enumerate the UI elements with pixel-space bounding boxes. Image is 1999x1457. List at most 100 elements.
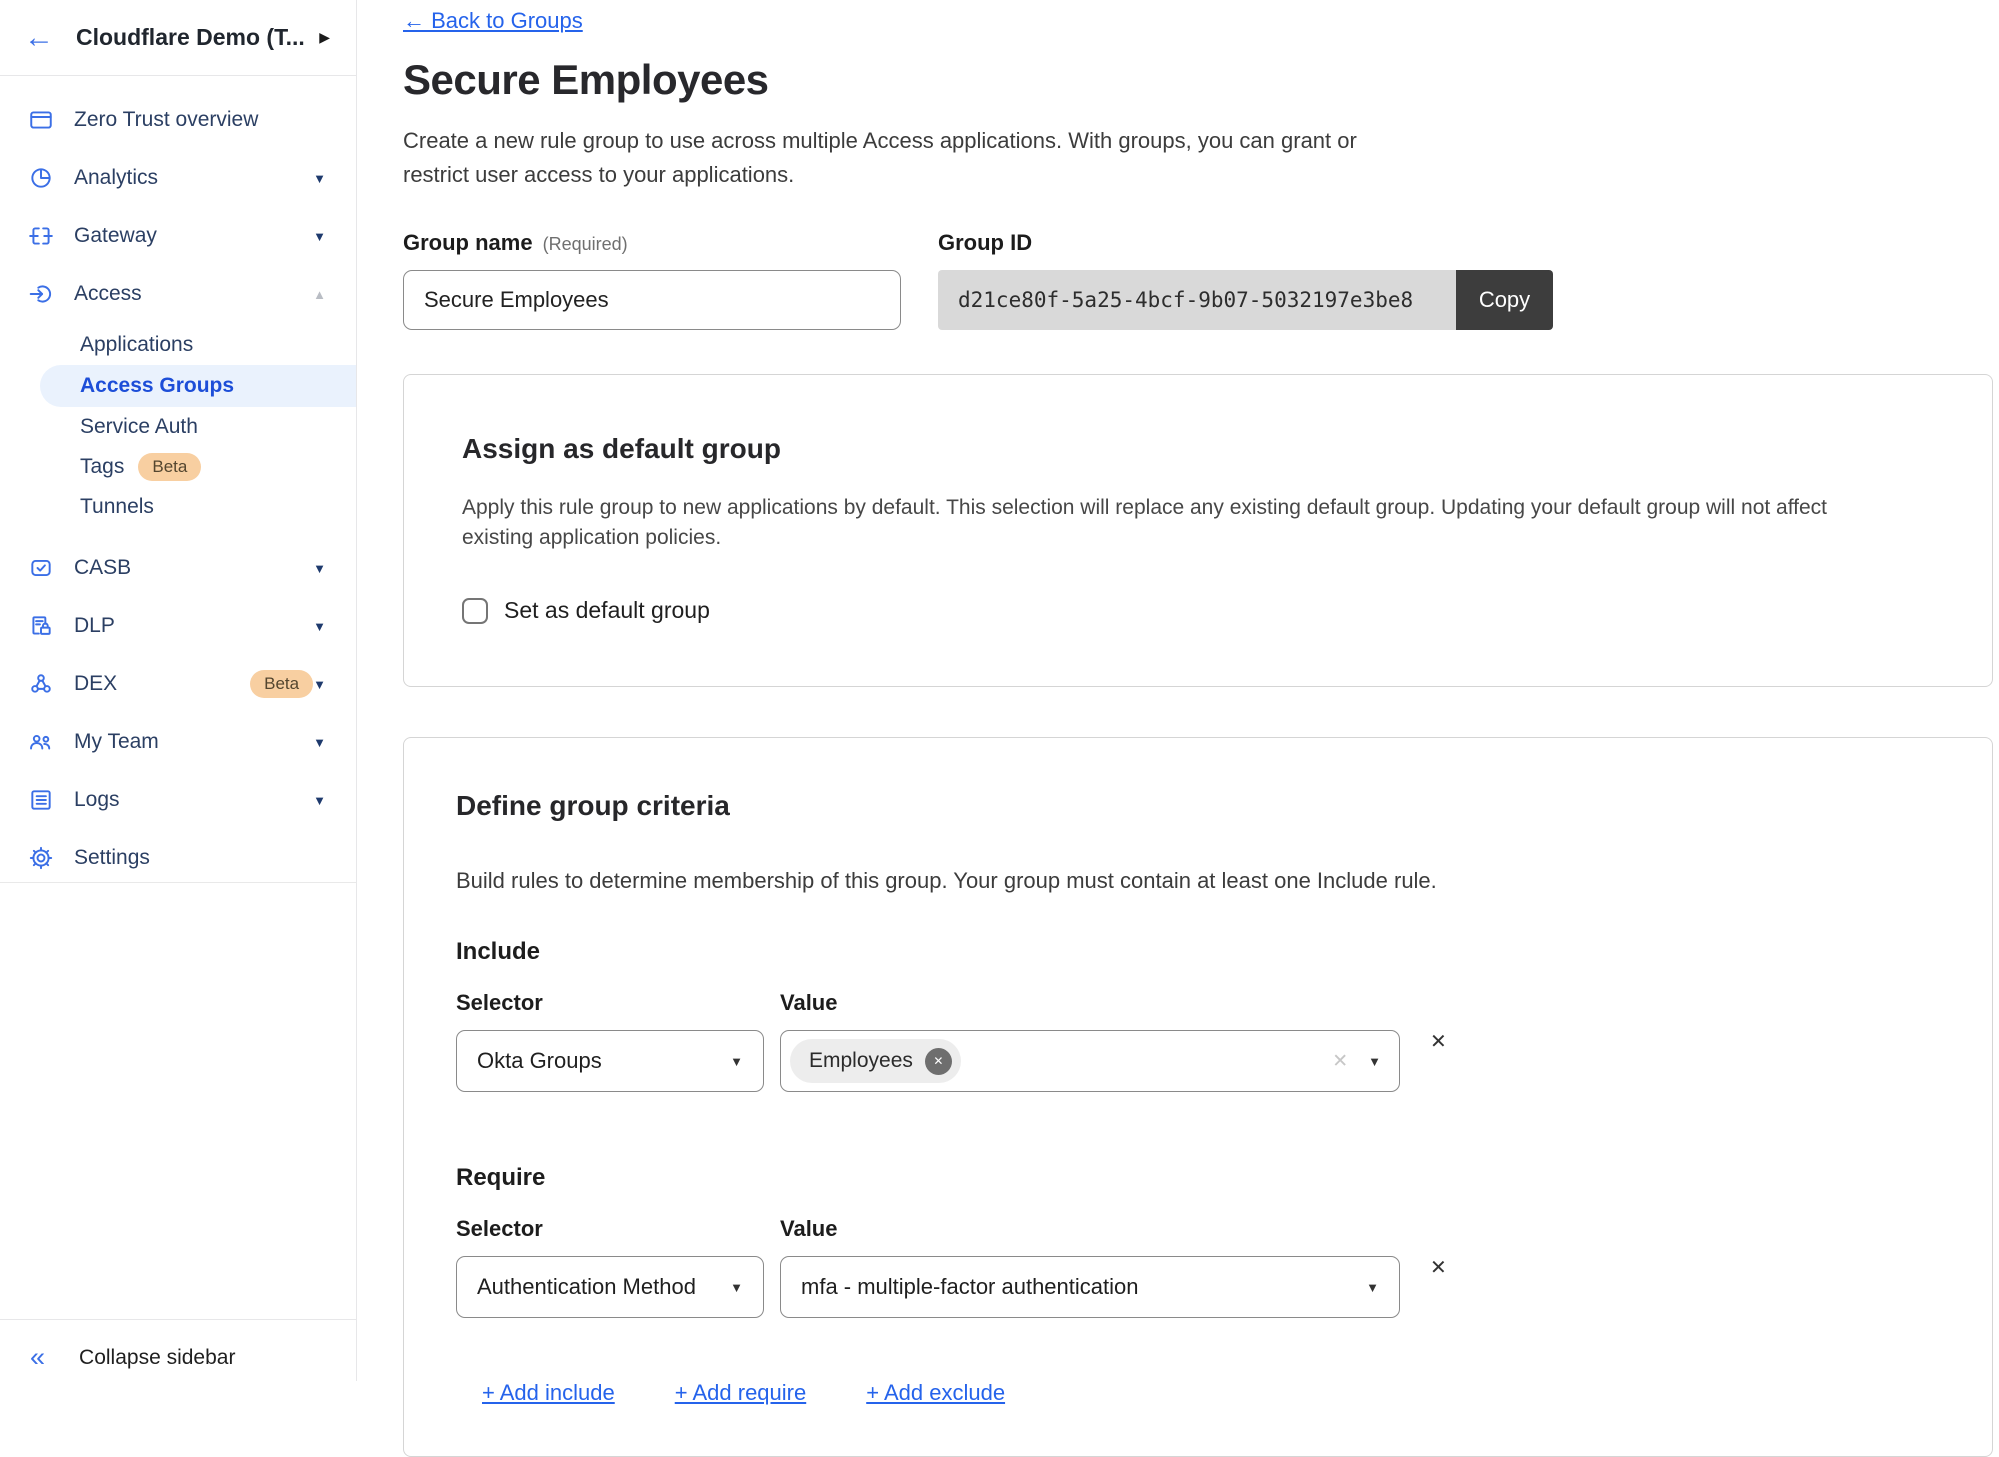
add-require-link[interactable]: + Add require	[675, 1380, 806, 1406]
criteria-card-description: Build rules to determine membership of t…	[456, 868, 1940, 894]
chevron-down-icon: ▼	[1368, 1054, 1381, 1069]
dex-network-icon	[26, 669, 56, 699]
sidebar-item-label: Access Groups	[80, 374, 234, 398]
value-chip: Employees ✕	[790, 1039, 961, 1083]
chevron-down-icon[interactable]: ▼	[313, 793, 326, 808]
require-selector-label: Selector	[456, 1216, 764, 1242]
group-name-label: Group name	[403, 230, 533, 256]
sidebar-item-dlp[interactable]: DLP ▼	[0, 597, 356, 655]
require-value-dropdown[interactable]: mfa - multiple-factor authentication ▼	[780, 1256, 1400, 1318]
sidebar-item-gateway[interactable]: Gateway ▼	[0, 207, 356, 265]
chevron-down-icon[interactable]: ▼	[313, 677, 326, 692]
page-title: Secure Employees	[403, 56, 1993, 104]
sidebar-item-service-auth[interactable]: Service Auth	[0, 407, 356, 447]
chevron-down-icon: ▼	[730, 1280, 743, 1295]
sidebar-item-label: Applications	[80, 333, 193, 357]
sidebar: ← Cloudflare Demo (T... ▶ Zero Trust ove…	[0, 0, 357, 1381]
require-value-label: Value	[780, 1216, 1400, 1242]
chevron-down-icon: ▼	[730, 1054, 743, 1069]
account-name[interactable]: Cloudflare Demo (T...	[76, 24, 319, 51]
include-selector-label: Selector	[456, 990, 764, 1016]
set-default-group-row[interactable]: Set as default group	[462, 597, 1934, 624]
sidebar-item-casb[interactable]: CASB ▼	[0, 539, 356, 597]
default-group-card-title: Assign as default group	[462, 433, 1934, 465]
require-section: Require Selector Authentication Method ▼…	[456, 1164, 1940, 1318]
sidebar-item-label: Access	[74, 282, 313, 306]
sidebar-item-settings[interactable]: Settings	[0, 829, 356, 887]
sidebar-item-label: My Team	[74, 730, 313, 754]
remove-require-rule-icon[interactable]: ✕	[1430, 1255, 1447, 1280]
add-include-link[interactable]: + Add include	[482, 1380, 615, 1406]
sidebar-item-logs[interactable]: Logs ▼	[0, 771, 356, 829]
sidebar-item-analytics[interactable]: Analytics ▼	[0, 149, 356, 207]
sidebar-item-zero-trust-overview[interactable]: Zero Trust overview	[0, 91, 356, 149]
back-arrow-icon[interactable]: ←	[24, 23, 54, 53]
chevron-down-icon[interactable]: ▼	[313, 735, 326, 750]
access-login-icon	[26, 279, 56, 309]
group-name-input[interactable]	[403, 270, 901, 330]
sidebar-item-label: Tunnels	[80, 495, 154, 519]
sidebar-item-my-team[interactable]: My Team ▼	[0, 713, 356, 771]
copy-button[interactable]: Copy	[1456, 270, 1553, 330]
criteria-card: Define group criteria Build rules to det…	[403, 737, 1993, 1457]
sidebar-item-applications[interactable]: Applications	[0, 325, 356, 365]
chip-remove-icon[interactable]: ✕	[925, 1048, 952, 1075]
collapse-sidebar-button[interactable]: « Collapse sidebar	[0, 1319, 356, 1381]
set-default-checkbox[interactable]	[462, 598, 488, 624]
value-chip-label: Employees	[809, 1049, 913, 1073]
chevron-right-icon[interactable]: ▶	[319, 29, 330, 46]
default-group-card-description: Apply this rule group to new application…	[462, 493, 1892, 553]
collapse-chevrons-icon: «	[30, 1344, 45, 1371]
beta-badge: Beta	[250, 670, 313, 698]
sidebar-item-label: Tags	[80, 455, 124, 479]
page-description: Create a new rule group to use across mu…	[403, 124, 1403, 192]
sidebar-item-label: DEX	[74, 672, 236, 696]
include-heading: Include	[456, 938, 1940, 966]
sidebar-item-tags[interactable]: Tags Beta	[0, 447, 356, 487]
analytics-pie-icon	[26, 163, 56, 193]
sidebar-item-dex[interactable]: DEX Beta ▼	[0, 655, 356, 713]
logs-list-icon	[26, 785, 56, 815]
gateway-icon	[26, 221, 56, 251]
gear-icon	[26, 843, 56, 873]
collapse-sidebar-label: Collapse sidebar	[79, 1346, 235, 1370]
back-to-groups-link[interactable]: ← Back to Groups	[403, 8, 583, 34]
sidebar-item-label: Analytics	[74, 166, 313, 190]
sidebar-item-tunnels[interactable]: Tunnels	[0, 487, 356, 527]
group-id-label: Group ID	[938, 230, 1032, 256]
chevron-down-icon[interactable]: ▼	[313, 171, 326, 186]
add-exclude-link[interactable]: + Add exclude	[866, 1380, 1005, 1406]
dlp-document-lock-icon	[26, 611, 56, 641]
require-selector-dropdown[interactable]: Authentication Method ▼	[456, 1256, 764, 1318]
group-name-field-group: Group name (Required)	[403, 230, 901, 330]
include-selector-dropdown[interactable]: Okta Groups ▼	[456, 1030, 764, 1092]
team-people-icon	[26, 727, 56, 757]
overview-window-icon	[26, 105, 56, 135]
criteria-card-title: Define group criteria	[456, 790, 1940, 822]
main-content: ← Back to Groups Secure Employees Create…	[357, 0, 1999, 1381]
group-id-value: d21ce80f-5a25-4bcf-9b07-5032197e3be8	[938, 270, 1456, 330]
sidebar-item-label: Gateway	[74, 224, 313, 248]
chevron-down-icon: ▼	[1366, 1280, 1379, 1295]
include-section: Include Selector Okta Groups ▼ Value Emp…	[456, 938, 1940, 1092]
casb-check-icon	[26, 553, 56, 583]
group-id-field-group: Group ID d21ce80f-5a25-4bcf-9b07-5032197…	[938, 230, 1553, 330]
chevron-up-icon[interactable]: ▲	[313, 287, 326, 302]
sidebar-item-label: Service Auth	[80, 415, 198, 439]
chevron-down-icon[interactable]: ▼	[313, 229, 326, 244]
access-sub-list: Applications Access Groups Service Auth …	[0, 325, 356, 527]
group-form-row: Group name (Required) Group ID d21ce80f-…	[403, 230, 1993, 330]
include-value-label: Value	[780, 990, 1400, 1016]
require-value: mfa - multiple-factor authentication	[801, 1274, 1366, 1300]
sidebar-item-label: CASB	[74, 556, 313, 580]
chevron-down-icon[interactable]: ▼	[313, 619, 326, 634]
remove-include-rule-icon[interactable]: ✕	[1430, 1029, 1447, 1054]
clear-values-icon[interactable]: ✕	[1332, 1050, 1348, 1073]
include-value-multiselect[interactable]: Employees ✕ ✕ ▼	[780, 1030, 1400, 1092]
sidebar-item-label: DLP	[74, 614, 313, 638]
add-rule-links: + Add include + Add require + Add exclud…	[482, 1380, 1940, 1406]
include-selector-value: Okta Groups	[477, 1048, 730, 1074]
sidebar-item-access[interactable]: Access ▲	[0, 265, 356, 323]
sidebar-item-access-groups[interactable]: Access Groups	[40, 365, 356, 407]
chevron-down-icon[interactable]: ▼	[313, 561, 326, 576]
